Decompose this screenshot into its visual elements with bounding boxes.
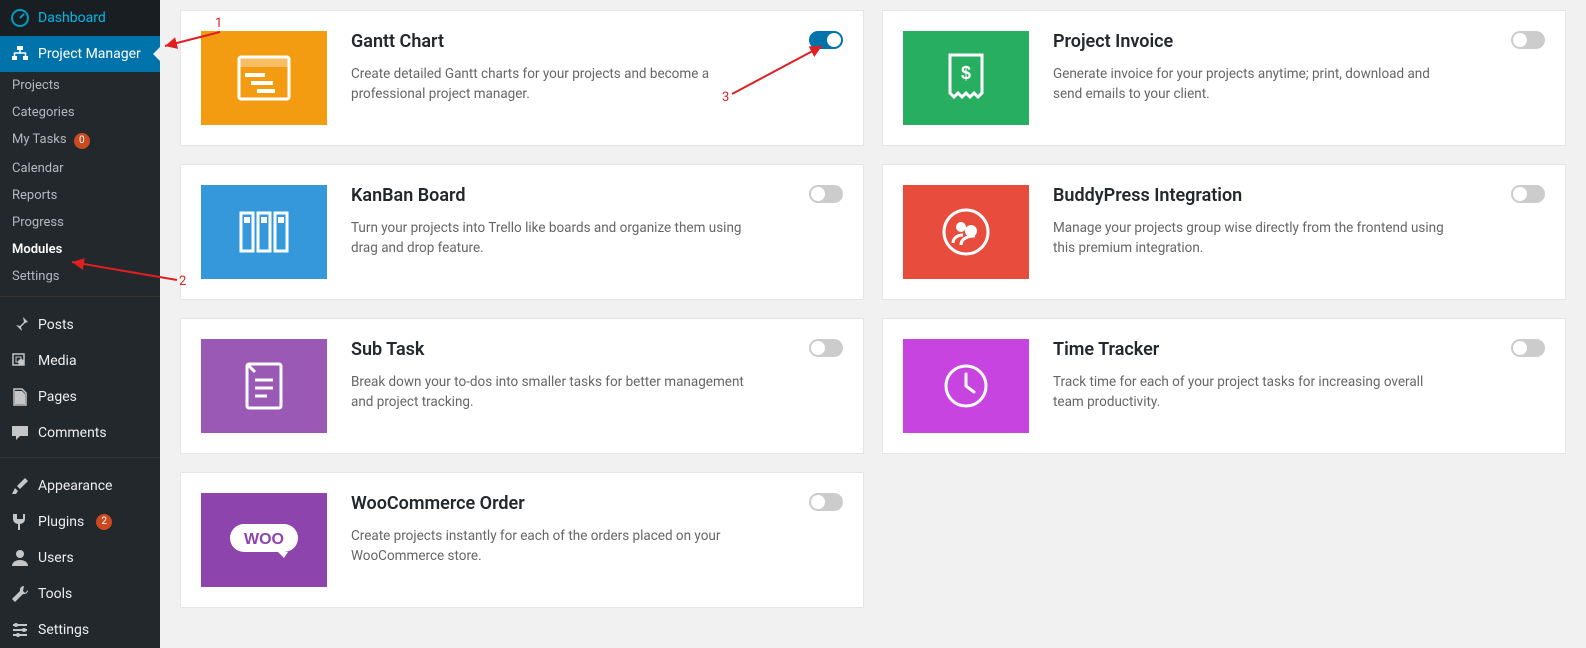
- menu-users-label: Users: [38, 550, 74, 566]
- module-desc: Break down your to-dos into smaller task…: [351, 372, 751, 413]
- module-card-gantt: Gantt Chart Create detailed Gantt charts…: [180, 10, 864, 146]
- modules-content: Gantt Chart Create detailed Gantt charts…: [160, 0, 1586, 648]
- menu-project-manager-label: Project Manager: [38, 46, 141, 62]
- brush-icon: [10, 476, 30, 496]
- user-icon: [10, 548, 30, 568]
- submenu-progress[interactable]: Progress: [0, 209, 160, 236]
- menu-pages[interactable]: Pages: [0, 379, 160, 415]
- module-toggle-buddypress[interactable]: [1511, 185, 1545, 203]
- media-icon: [10, 351, 30, 371]
- pages-icon: [10, 387, 30, 407]
- module-title: BuddyPress Integration: [1053, 185, 1495, 206]
- menu-appearance[interactable]: Appearance: [0, 468, 160, 504]
- plug-icon: [10, 512, 30, 532]
- wrench-icon: [10, 584, 30, 604]
- menu-media[interactable]: Media: [0, 343, 160, 379]
- module-title: Sub Task: [351, 339, 793, 360]
- module-toggle-kanban[interactable]: [809, 185, 843, 203]
- module-title: Project Invoice: [1053, 31, 1495, 52]
- menu-appearance-label: Appearance: [38, 478, 112, 494]
- menu-users[interactable]: Users: [0, 540, 160, 576]
- sitemap-icon: [10, 44, 30, 64]
- menu-tools-label: Tools: [38, 586, 72, 602]
- menu-comments-label: Comments: [38, 425, 107, 441]
- module-toggle-subtask[interactable]: [809, 339, 843, 357]
- module-card-buddypress: BuddyPress Integration Manage your proje…: [882, 164, 1566, 300]
- submenu-reports[interactable]: Reports: [0, 182, 160, 209]
- module-desc: Manage your projects group wise directly…: [1053, 218, 1453, 259]
- submenu-modules[interactable]: Modules: [0, 236, 160, 263]
- kanban-board-icon: [201, 185, 327, 279]
- submenu-calendar[interactable]: Calendar: [0, 155, 160, 182]
- menu-plugins-label: Plugins: [38, 514, 84, 530]
- invoice-icon: $: [903, 31, 1029, 125]
- module-card-timetracker: Time Tracker Track time for each of your…: [882, 318, 1566, 454]
- submenu-settings[interactable]: Settings: [0, 263, 160, 290]
- modules-col-right: $ Project Invoice Generate invoice for y…: [882, 10, 1566, 628]
- module-title: Time Tracker: [1053, 339, 1495, 360]
- svg-text:$: $: [961, 63, 971, 83]
- menu-wp-settings-label: Settings: [38, 622, 89, 638]
- module-card-woocommerce: WOO WooCommerce Order Create projects in…: [180, 472, 864, 608]
- menu-pages-label: Pages: [38, 389, 77, 405]
- clock-icon: [903, 339, 1029, 433]
- submenu-my-tasks[interactable]: My Tasks 0: [0, 126, 160, 155]
- module-toggle-woocommerce[interactable]: [809, 493, 843, 511]
- submenu-my-tasks-label: My Tasks: [12, 132, 67, 147]
- menu-dashboard[interactable]: Dashboard: [0, 0, 160, 36]
- pin-icon: [10, 315, 30, 335]
- submenu-projects[interactable]: Projects: [0, 72, 160, 99]
- woocommerce-icon: WOO: [201, 493, 327, 587]
- menu-posts[interactable]: Posts: [0, 307, 160, 343]
- menu-project-manager[interactable]: Project Manager: [0, 36, 160, 72]
- module-toggle-gantt[interactable]: [809, 31, 843, 49]
- modules-col-left: Gantt Chart Create detailed Gantt charts…: [180, 10, 864, 628]
- menu-wp-settings[interactable]: Settings: [0, 612, 160, 648]
- module-desc: Track time for each of your project task…: [1053, 372, 1453, 413]
- module-desc: Turn your projects into Trello like boar…: [351, 218, 751, 259]
- menu-separator: [0, 296, 160, 301]
- buddypress-icon: [903, 185, 1029, 279]
- menu-plugins[interactable]: Plugins 2: [0, 504, 160, 540]
- submenu-categories[interactable]: Categories: [0, 99, 160, 126]
- subtask-icon: [201, 339, 327, 433]
- gantt-chart-icon: [201, 31, 327, 125]
- module-card-subtask: Sub Task Break down your to-dos into sma…: [180, 318, 864, 454]
- menu-posts-label: Posts: [38, 317, 74, 333]
- module-title: KanBan Board: [351, 185, 793, 206]
- module-desc: Create projects instantly for each of th…: [351, 526, 751, 567]
- menu-dashboard-label: Dashboard: [38, 10, 106, 26]
- plugins-count-badge: 2: [96, 514, 112, 530]
- module-card-invoice: $ Project Invoice Generate invoice for y…: [882, 10, 1566, 146]
- menu-tools[interactable]: Tools: [0, 576, 160, 612]
- svg-text:WOO: WOO: [244, 531, 284, 548]
- module-title: Gantt Chart: [351, 31, 793, 52]
- module-title: WooCommerce Order: [351, 493, 793, 514]
- module-card-kanban: KanBan Board Turn your projects into Tre…: [180, 164, 864, 300]
- menu-separator: [0, 457, 160, 462]
- module-desc: Generate invoice for your projects anyti…: [1053, 64, 1453, 105]
- module-toggle-invoice[interactable]: [1511, 31, 1545, 49]
- dashboard-icon: [10, 8, 30, 28]
- menu-comments[interactable]: Comments: [0, 415, 160, 451]
- comments-icon: [10, 423, 30, 443]
- my-tasks-count-badge: 0: [74, 133, 90, 149]
- admin-sidebar: Dashboard Project Manager Projects Categ…: [0, 0, 160, 648]
- sliders-icon: [10, 620, 30, 640]
- module-desc: Create detailed Gantt charts for your pr…: [351, 64, 751, 105]
- module-toggle-timetracker[interactable]: [1511, 339, 1545, 357]
- menu-media-label: Media: [38, 353, 77, 369]
